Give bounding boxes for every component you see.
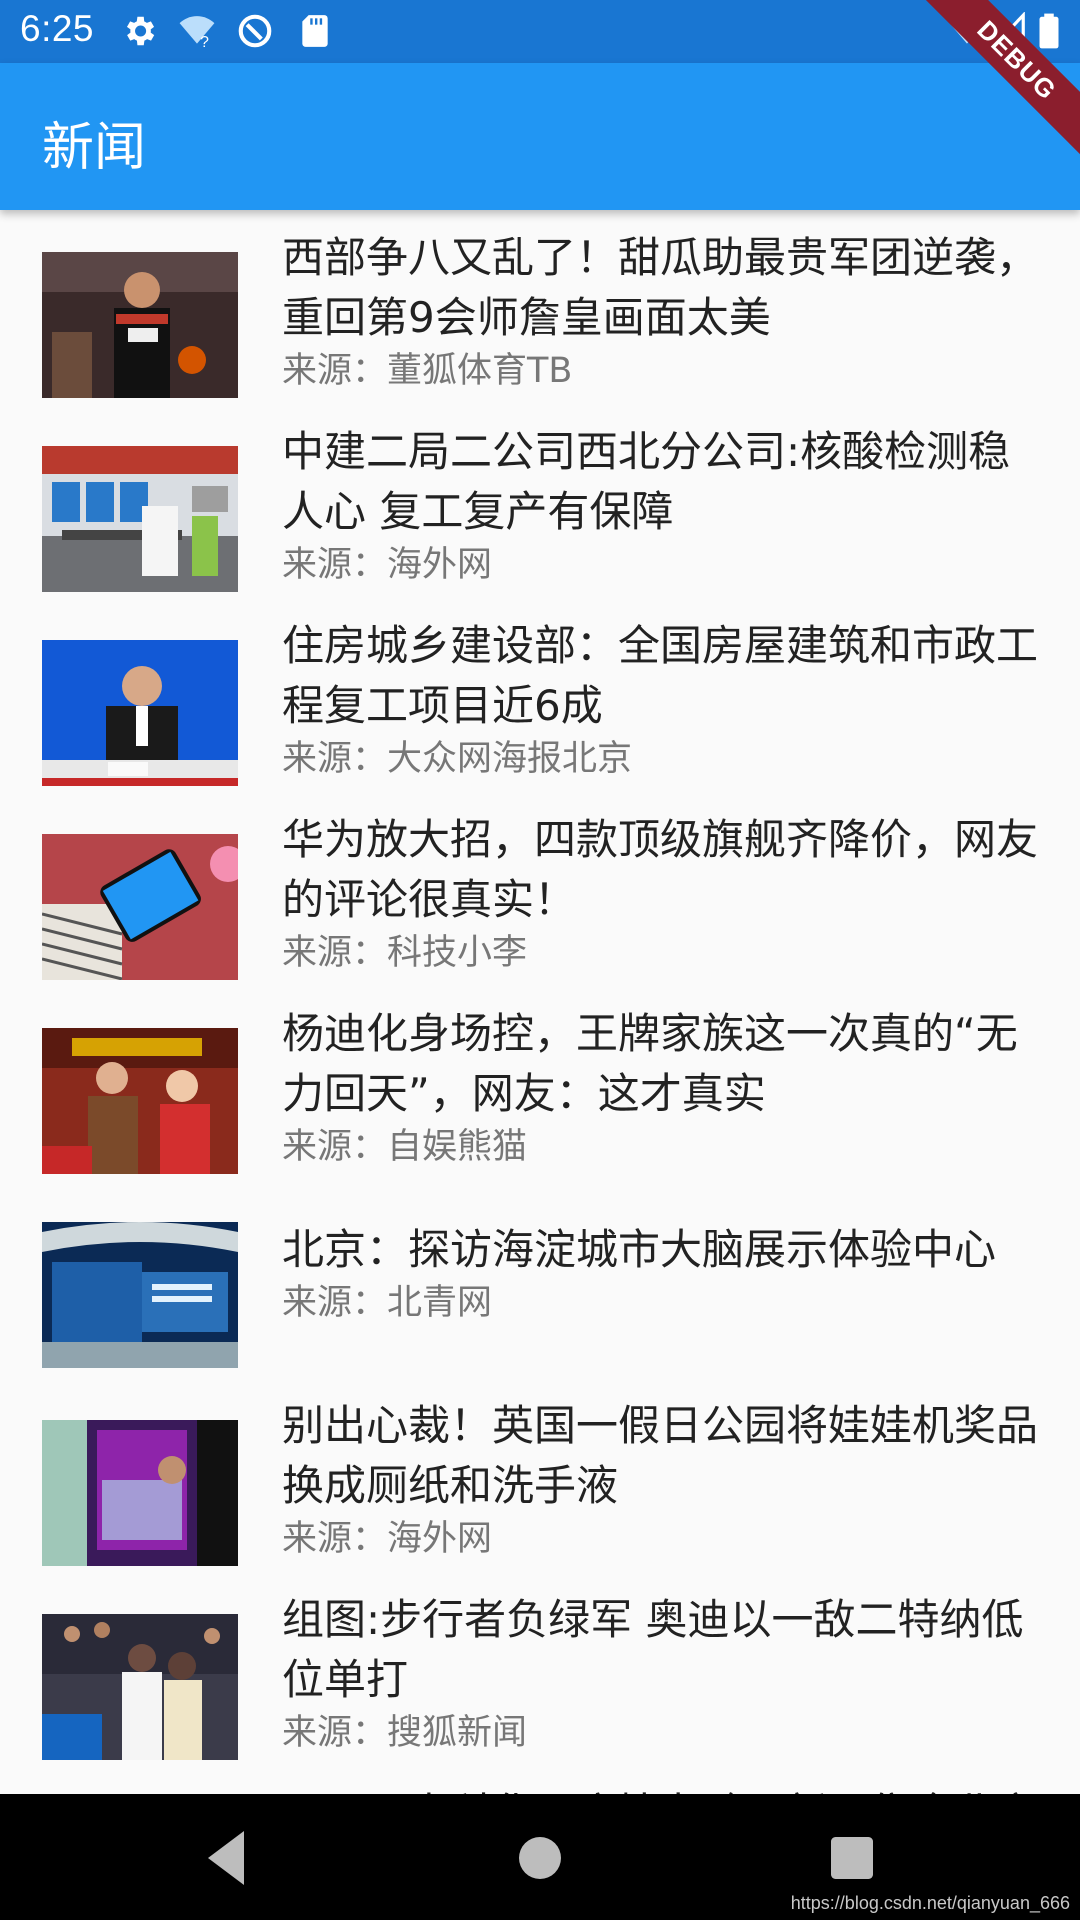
news-title: 组图:步行者负绿军 奥迪以一敌二特纳低位单打 <box>282 1595 1024 1704</box>
wifi-question-icon: ? <box>179 16 215 50</box>
sd-card-icon <box>302 15 328 47</box>
navigation-bar: https://blog.csdn.net/qianyuan_666 <box>0 1794 1080 1920</box>
news-item[interactable]: 华为放大招，四款顶级旗舰齐降价，网友的评论很真实！ 来源：科技小李 <box>0 792 1080 986</box>
news-text: 华为放大招，四款顶级旗舰齐降价，网友的评论很真实！ 来源：科技小李 <box>282 810 1042 976</box>
recents-icon[interactable] <box>816 1822 888 1894</box>
home-icon[interactable] <box>504 1822 576 1894</box>
news-text: 中建二局二公司西北分公司:核酸检测稳人心 复工复产有保障 来源：海外网 <box>282 422 1042 588</box>
news-title: 别出心裁！英国一假日公园将娃娃机奖品换成厕纸和洗手液 <box>282 1401 1039 1510</box>
news-title: 华为放大招，四款顶级旗舰齐降价，网友的评论很真实！ <box>282 815 1039 924</box>
news-item[interactable]: 别出心裁！英国一假日公园将娃娃机奖品换成厕纸和洗手液 来源：海外网 <box>0 1378 1080 1572</box>
news-item[interactable]: 住房城乡建设部：全国房屋建筑和市政工程复工项目近6成 来源：大众网海报北京 <box>0 598 1080 792</box>
page-title: 新闻 <box>42 118 147 178</box>
news-text: 住房城乡建设部：全国房屋建筑和市政工程复工项目近6成 来源：大众网海报北京 <box>282 616 1042 782</box>
svg-text:?: ? <box>200 34 209 50</box>
news-title: 杨迪化身场控，王牌家族这一次真的“无力回天”，网友：这才真实 <box>282 1009 1018 1118</box>
news-source: 来源：海外网 <box>282 545 493 585</box>
news-text: 组图:步行者负绿军 奥迪以一敌二特纳低位单打 来源：搜狐新闻 <box>282 1590 1042 1756</box>
news-thumbnail <box>42 834 238 980</box>
circle-slash-icon <box>238 14 272 48</box>
news-thumbnail <box>42 1028 238 1174</box>
news-source: 来源：自娱熊猫 <box>282 1127 528 1167</box>
news-title: 阿里云光科华：广情老验，新零售全北京 <box>282 1784 1042 1794</box>
news-text: 阿里云光科华：广情老验，新零售全北京 <box>282 1784 1042 1794</box>
battery-icon <box>1039 13 1059 49</box>
news-item[interactable]: 中建二局二公司西北分公司:核酸检测稳人心 复工复产有保障 来源：海外网 <box>0 404 1080 598</box>
news-title: 住房城乡建设部：全国房屋建筑和市政工程复工项目近6成 <box>282 621 1039 730</box>
news-text: 北京：探访海淀城市大脑展示体验中心 来源：北青网 <box>282 1220 1042 1326</box>
watermark: https://blog.csdn.net/qianyuan_666 <box>790 1893 1070 1913</box>
news-item[interactable]: 西部争八又乱了！甜瓜助最贵军团逆袭，重回第9会师詹皇画面太美 来源：董狐体育TB <box>0 210 1080 404</box>
news-thumbnail <box>42 1222 238 1368</box>
news-thumbnail <box>42 252 238 398</box>
status-bar: 6:25 ? <box>0 0 1080 63</box>
news-source: 来源：搜狐新闻 <box>282 1713 528 1753</box>
back-icon[interactable] <box>190 1822 262 1894</box>
news-item[interactable]: 杨迪化身场控，王牌家族这一次真的“无力回天”，网友：这才真实 来源：自娱熊猫 <box>0 986 1080 1180</box>
news-source: 来源：大众网海报北京 <box>282 739 633 779</box>
news-thumbnail <box>42 1420 238 1566</box>
news-source: 来源：董狐体育TB <box>282 351 573 391</box>
gear-icon <box>126 16 155 46</box>
news-source: 来源：科技小李 <box>282 933 528 973</box>
news-item[interactable]: 北京：探访海淀城市大脑展示体验中心 来源：北青网 <box>0 1180 1080 1378</box>
news-list[interactable]: 西部争八又乱了！甜瓜助最贵军团逆袭，重回第9会师詹皇画面太美 来源：董狐体育TB… <box>0 210 1080 1794</box>
news-item[interactable]: 阿里云光科华：广情老验，新零售全北京 <box>0 1766 1080 1794</box>
news-thumbnail <box>42 640 238 786</box>
news-title: 北京：探访海淀城市大脑展示体验中心 <box>282 1225 997 1274</box>
news-item[interactable]: 组图:步行者负绿军 奥迪以一敌二特纳低位单打 来源：搜狐新闻 <box>0 1572 1080 1766</box>
status-time: 6:25 <box>20 8 95 49</box>
news-title: 西部争八又乱了！甜瓜助最贵军团逆袭，重回第9会师詹皇画面太美 <box>282 233 1039 342</box>
news-source: 来源：北青网 <box>282 1283 493 1323</box>
news-text: 别出心裁！英国一假日公园将娃娃机奖品换成厕纸和洗手液 来源：海外网 <box>282 1396 1042 1562</box>
news-title: 中建二局二公司西北分公司:核酸检测稳人心 复工复产有保障 <box>282 427 1011 536</box>
news-thumbnail <box>42 446 238 592</box>
news-text: 杨迪化身场控，王牌家族这一次真的“无力回天”，网友：这才真实 来源：自娱熊猫 <box>282 1004 1042 1170</box>
app-bar: 新闻 <box>0 63 1080 210</box>
news-text: 西部争八又乱了！甜瓜助最贵军团逆袭，重回第9会师詹皇画面太美 来源：董狐体育TB <box>282 228 1042 394</box>
news-thumbnail <box>42 1614 238 1760</box>
news-source: 来源：海外网 <box>282 1519 493 1559</box>
